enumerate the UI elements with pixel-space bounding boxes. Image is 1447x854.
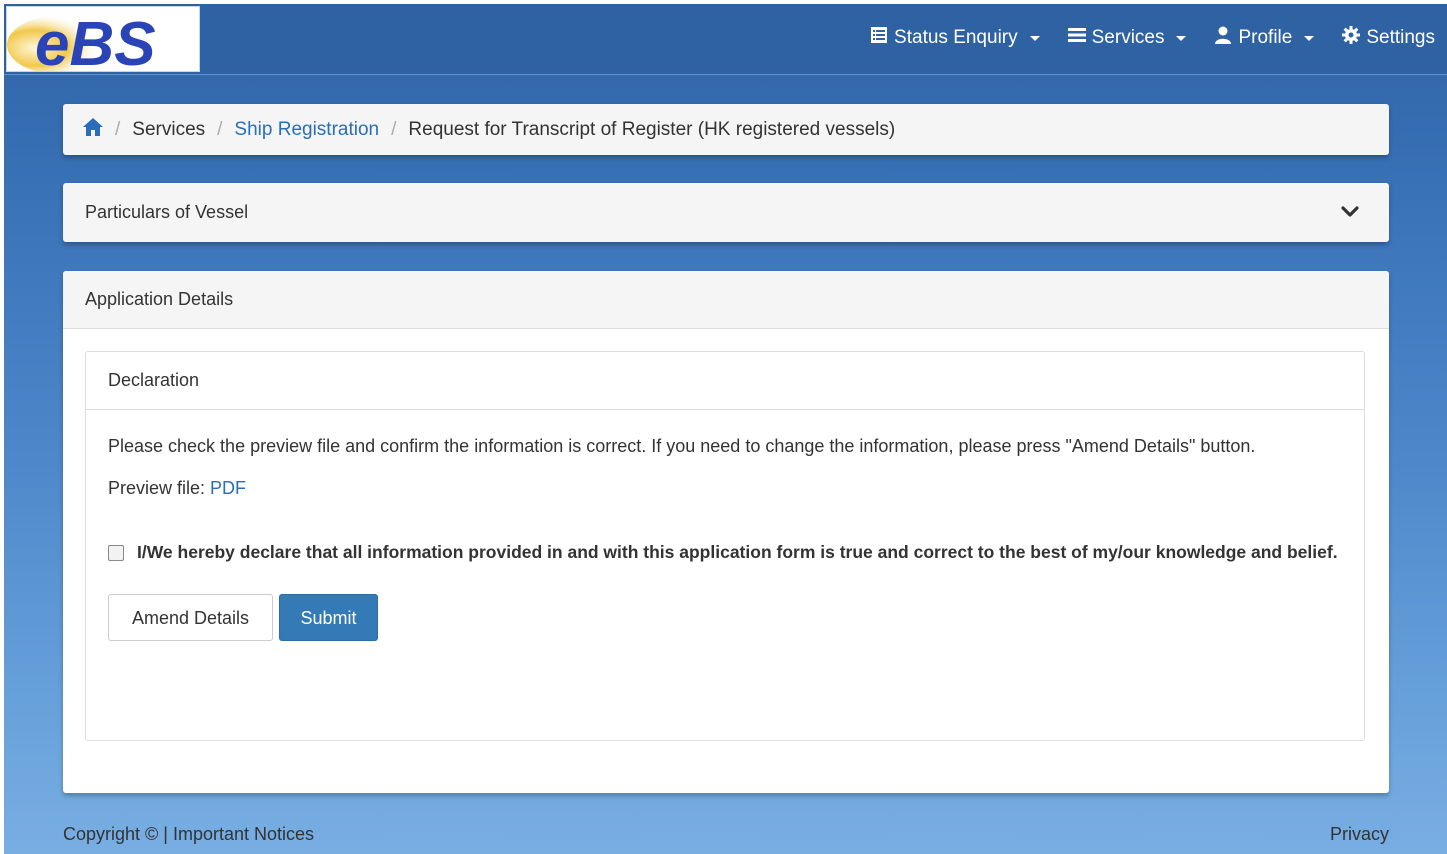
application-details-header: Application Details [63, 271, 1389, 329]
particulars-of-vessel-panel[interactable]: Particulars of Vessel [63, 183, 1389, 242]
nav-status-enquiry[interactable]: Status Enquiry [870, 26, 1040, 50]
preview-file-row: Preview file: PDF [108, 474, 1342, 502]
nav-profile[interactable]: Profile [1214, 26, 1315, 50]
footer-privacy-link[interactable]: Privacy [1330, 824, 1389, 845]
footer: Copyright © | Important Notices Privacy [63, 824, 1389, 845]
page-frame: eBS Status Enquiry Services Profile Sett… [4, 4, 1447, 854]
caret-down-icon [1176, 35, 1187, 41]
breadcrumb-ship-registration[interactable]: Ship Registration [234, 119, 379, 141]
preview-file-label: Preview file: [108, 478, 206, 498]
declaration-checkbox-row: I/We hereby declare that all information… [108, 538, 1342, 566]
nav-status-enquiry-label: Status Enquiry [894, 27, 1018, 48]
breadcrumb-separator: / [391, 118, 397, 140]
declaration-panel: Declaration Please check the preview fil… [85, 351, 1365, 741]
nav-services[interactable]: Services [1067, 27, 1187, 49]
breadcrumb-separator: / [217, 118, 223, 140]
nav-services-label: Services [1091, 27, 1165, 48]
breadcrumb-separator: / [115, 118, 121, 140]
application-details-panel: Application Details Declaration Please c… [63, 271, 1389, 793]
declaration-title: Declaration [108, 370, 200, 390]
nav-settings[interactable]: Settings [1342, 26, 1435, 50]
list-alt-icon [870, 26, 888, 50]
navbar-menu: Status Enquiry Services Profile Settings [870, 26, 1435, 50]
breadcrumb: / Services / Ship Registration / Request… [63, 104, 1389, 155]
action-buttons: Amend Details Submit [108, 594, 1342, 641]
top-navbar: eBS Status Enquiry Services Profile Sett… [4, 4, 1447, 75]
footer-copyright-notices[interactable]: Copyright © | Important Notices [63, 824, 314, 844]
nav-profile-label: Profile [1238, 27, 1293, 48]
application-details-title: Application Details [85, 289, 234, 309]
home-icon[interactable] [83, 117, 103, 142]
preview-pdf-link[interactable]: PDF [210, 478, 246, 498]
menu-hamburger-icon [1067, 27, 1086, 49]
svg-text:eBS: eBS [35, 10, 156, 71]
nav-settings-label: Settings [1366, 27, 1435, 48]
declaration-instruction: Please check the preview file and confir… [108, 436, 1256, 456]
cog-icon [1342, 26, 1361, 50]
declaration-checkbox[interactable] [108, 545, 124, 561]
breadcrumb-current-page: Request for Transcript of Register (HK r… [408, 118, 896, 140]
particulars-title: Particulars of Vessel [85, 202, 249, 222]
ebs-logo[interactable]: eBS [6, 6, 200, 72]
declaration-checkbox-label[interactable]: I/We hereby declare that all information… [137, 538, 1338, 566]
caret-down-icon [1029, 35, 1040, 41]
user-icon [1214, 26, 1232, 50]
chevron-down-icon[interactable] [1341, 203, 1359, 224]
amend-details-button[interactable]: Amend Details [108, 594, 273, 641]
submit-button[interactable]: Submit [279, 594, 378, 641]
declaration-header: Declaration [86, 352, 1364, 410]
breadcrumb-services: Services [132, 118, 206, 140]
caret-down-icon [1304, 35, 1315, 41]
declaration-body: Please check the preview file and confir… [86, 410, 1364, 641]
